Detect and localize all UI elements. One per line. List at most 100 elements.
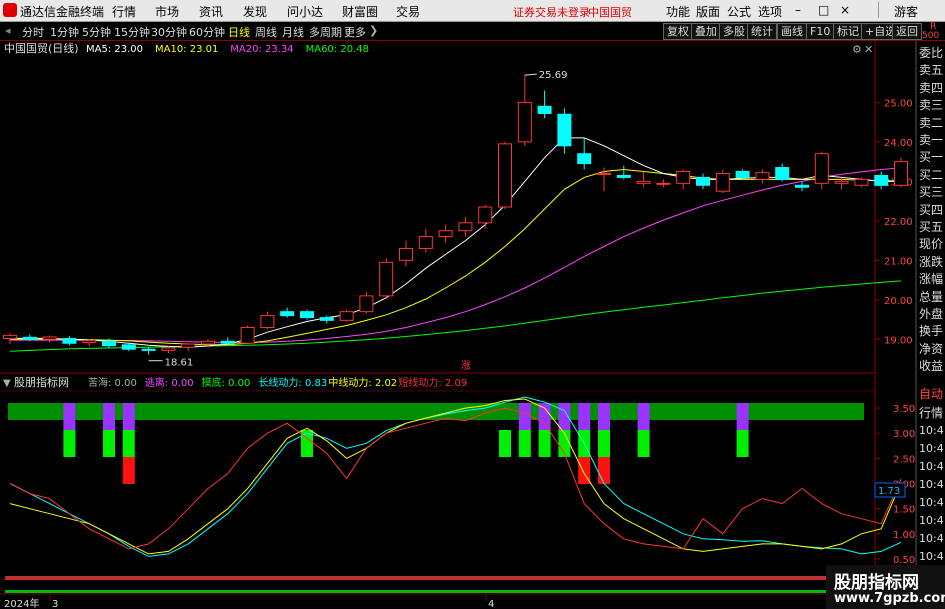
candle-body: [339, 311, 354, 321]
signal-purple: [103, 403, 115, 430]
indicator-collapse-icon[interactable]: ▼: [3, 378, 11, 389]
candle-body: [894, 161, 908, 186]
candle-body: [854, 178, 869, 186]
price-tick-label: 21.00: [884, 256, 913, 267]
app-title: 通达信金融终端: [20, 5, 105, 19]
period-intraday[interactable]: 分时: [22, 24, 44, 40]
candle-body: [359, 295, 374, 313]
window-restore-icon[interactable]: □: [818, 3, 829, 17]
signal-green: [122, 430, 135, 457]
candle-body: [715, 172, 730, 192]
candle-body: [399, 247, 413, 261]
period-multi[interactable]: 多周期: [309, 24, 342, 40]
candle-body: [735, 170, 750, 178]
candle-body: [22, 336, 37, 340]
watermark-title: 股朋指标网: [834, 573, 919, 593]
menu-item-trade[interactable]: 交易: [396, 3, 420, 20]
signal-purple: [518, 403, 531, 430]
signal-green: [598, 430, 610, 457]
f10-button[interactable]: F10: [806, 23, 835, 40]
candle-body: [319, 317, 334, 321]
price-tick-label: 20.00: [884, 296, 913, 307]
candle-body: [537, 105, 552, 114]
moving-average-lines: [9, 137, 902, 352]
menu-item-quotes[interactable]: 行情: [112, 3, 136, 20]
menu-item-discover[interactable]: 发现: [243, 3, 267, 20]
menu-separator: [878, 2, 879, 18]
indicator-current-value: 1.73: [878, 486, 900, 497]
menu-bar: 通达信金融终端 行情 市场 资讯 发现 问小达 财富圈 交易 证券交易未登录 中…: [0, 0, 945, 22]
period-1min[interactable]: 1分钟: [50, 24, 79, 40]
menu-item-market[interactable]: 市场: [155, 3, 179, 20]
candle-body: [220, 340, 235, 344]
restore-rights-button[interactable]: 复权: [663, 23, 693, 40]
indicator-legend-item: 苦海: 0.00: [88, 376, 137, 389]
candle-body: [557, 113, 572, 147]
login-warning[interactable]: 证券交易未登录: [513, 4, 590, 20]
indicator-legend-item: 中线动力: 2.02: [328, 376, 397, 389]
candle-body: [775, 167, 790, 180]
chart-canvas[interactable]: 中国国贸(日线) MA5: 23.00 MA10: 23.01 MA20: 23.3…: [0, 41, 945, 609]
price-tick-label: 19.00: [884, 335, 913, 346]
mark-button[interactable]: 标记: [833, 23, 863, 40]
toolbar-left-arrow-icon[interactable]: ◂: [5, 24, 11, 37]
period-5min[interactable]: 5分钟: [82, 24, 111, 40]
candle-body: [240, 326, 255, 344]
back-button[interactable]: 返回: [892, 23, 922, 40]
period-weekly[interactable]: 周线: [255, 24, 277, 40]
indicator-name[interactable]: 股朋指标网: [14, 375, 69, 389]
window-close-icon[interactable]: ×: [840, 3, 850, 17]
candle-body: [260, 315, 275, 328]
app-logo-icon: [3, 3, 17, 17]
more-dropdown-icon[interactable]: ❯: [369, 24, 378, 37]
indicator-green-band: [8, 403, 864, 420]
overlay-button[interactable]: 叠加: [691, 23, 721, 40]
ma5-line: [9, 137, 901, 348]
signal-red: [122, 457, 135, 484]
candle-body: [498, 143, 512, 208]
indicator-legend-item: 逃离: 0.00: [145, 376, 194, 389]
period-daily[interactable]: 日线: [228, 24, 250, 40]
window-minimize-icon[interactable]: –: [795, 3, 801, 17]
mid_line: [9, 398, 902, 555]
menu-layout[interactable]: 版面: [696, 3, 720, 20]
price-tick-label: 24.00: [884, 138, 913, 149]
guest-label[interactable]: 游客: [894, 3, 918, 20]
signal-purple: [538, 403, 551, 430]
menu-options[interactable]: 选项: [758, 3, 782, 20]
period-60min[interactable]: 60分钟: [189, 24, 225, 40]
statistics-button[interactable]: 统计: [747, 23, 777, 40]
high-pointer: [524, 73, 537, 76]
site-watermark: 股朋指标网 www.7gpzb.com: [826, 565, 945, 609]
candle-body: [478, 206, 493, 224]
indicator-tick-label: 1.50: [893, 505, 915, 516]
x-label-march: 3: [52, 599, 58, 609]
indicator-legend-item: 长线动力: 0.83: [258, 376, 327, 389]
menu-formula[interactable]: 公式: [727, 3, 751, 20]
candle-body: [755, 172, 770, 180]
period-monthly[interactable]: 月线: [282, 24, 304, 40]
indicator-legend-item: 摸底: 0.00: [202, 376, 251, 389]
period-15min[interactable]: 15分钟: [114, 24, 150, 40]
candle-body: [636, 180, 651, 184]
menu-item-wealth[interactable]: 财富圈: [342, 3, 378, 20]
menu-item-assistant[interactable]: 问小达: [287, 3, 323, 20]
draw-line-button[interactable]: 画线: [777, 23, 807, 40]
menu-item-news[interactable]: 资讯: [199, 3, 223, 20]
price-tick-label: 25.00: [884, 98, 913, 109]
settings-gear-icon[interactable]: ⚙: [852, 43, 862, 56]
period-30min[interactable]: 30分钟: [151, 24, 187, 40]
signal-purple: [578, 403, 591, 430]
multi-stock-button[interactable]: 多股: [719, 23, 749, 40]
menu-function[interactable]: 功能: [666, 3, 690, 20]
candle-body: [795, 184, 809, 188]
candle-body: [42, 336, 57, 340]
candle-body: [181, 343, 196, 348]
period-more[interactable]: 更多: [344, 24, 366, 40]
candle-body: [82, 339, 97, 343]
candle-body: [616, 174, 631, 178]
pane-close-icon[interactable]: ✕: [864, 43, 873, 56]
ma-legend-item: MA60: 20.48: [306, 44, 369, 55]
signal-green: [518, 430, 531, 457]
candle-body: [438, 230, 453, 238]
